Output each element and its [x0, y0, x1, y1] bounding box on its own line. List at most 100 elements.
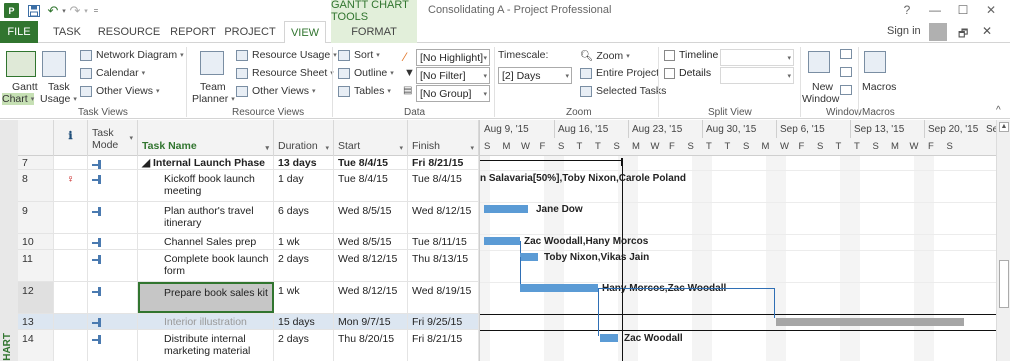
table-row[interactable]: 9 Plan author's travel itinerary 6 days … [18, 202, 479, 234]
close-button[interactable]: ✕ [982, 2, 1000, 18]
details-view-dropdown[interactable]: ▾ [720, 67, 794, 84]
task-usage-label-2[interactable]: Usage ▾ [40, 93, 77, 105]
maximize-button[interactable]: ☐ [954, 2, 972, 18]
other-resource-views-button[interactable]: Other Views ▾ [236, 85, 316, 97]
task-mode-cell[interactable] [88, 234, 138, 249]
duration-cell[interactable]: 1 day [274, 170, 334, 201]
gantt-chart-pane[interactable]: Aug 9, '15 Aug 16, '15 Aug 23, '15 Aug 3… [479, 120, 996, 361]
task-bar[interactable] [520, 284, 598, 292]
duration-cell[interactable]: 6 days [274, 202, 334, 233]
macros-icon[interactable] [864, 51, 886, 73]
task-mode-cell[interactable] [88, 282, 138, 313]
task-name-cell[interactable]: Distribute internal marketing material [138, 330, 274, 361]
summary-task-bar[interactable] [480, 160, 622, 161]
other-task-views-button[interactable]: Other Views ▾ [80, 85, 160, 97]
zoom-button[interactable]: 🔍︎ Zoom ▾ [580, 49, 630, 63]
timescale-header[interactable]: Aug 9, '15 Aug 16, '15 Aug 23, '15 Aug 3… [480, 120, 996, 156]
tab-project[interactable]: PROJECT [222, 21, 278, 43]
highlight-dropdown[interactable]: [No Highlight] ▾ [416, 49, 490, 66]
task-mode-cell[interactable] [88, 170, 138, 201]
collapse-ribbon-icon[interactable]: ^ [996, 105, 1001, 116]
finish-column-header[interactable]: Finish ▾ [408, 120, 479, 156]
task-mode-cell[interactable] [88, 156, 138, 169]
minimize-button[interactable]: — [926, 2, 944, 18]
group-dropdown[interactable]: [No Group] ▾ [416, 85, 490, 102]
macros-button[interactable]: Macros [862, 81, 896, 93]
resource-sheet-button[interactable]: Resource Sheet▾ [236, 67, 334, 79]
table-row[interactable]: 10 Channel Sales prep 1 wk Wed 8/5/15 Tu… [18, 234, 479, 250]
table-row-inactive[interactable]: 13 Interior illustration 15 days Mon 9/7… [18, 314, 479, 330]
duration-cell[interactable]: 13 days [274, 156, 334, 169]
finish-cell[interactable]: Fri 8/21/15 [408, 156, 479, 169]
timescale-dropdown[interactable]: [2] Days ▾ [498, 67, 572, 84]
duration-column-header[interactable]: Duration ▾ [274, 120, 334, 156]
team-planner-label-2[interactable]: Planner ▾ [192, 93, 235, 105]
start-cell[interactable]: Wed 8/5/15 [334, 234, 408, 249]
new-window-icon[interactable] [808, 51, 830, 73]
switch-windows-icon[interactable] [840, 85, 852, 95]
sort-button[interactable]: Sort ▾ [338, 49, 380, 61]
duration-cell[interactable]: 2 days [274, 330, 334, 361]
details-checkbox[interactable]: Details [664, 67, 711, 79]
project-app-icon[interactable]: P [4, 3, 19, 18]
finish-cell[interactable]: Fri 9/25/15 [408, 314, 479, 329]
selected-tasks-button[interactable]: Selected Tasks [580, 85, 666, 97]
new-window-label[interactable]: New [812, 81, 833, 93]
vertical-scrollbar[interactable]: ▲ [996, 120, 1010, 361]
task-mode-column-header[interactable]: Task Mode ▾ [88, 120, 138, 156]
task-name-cell[interactable]: ◢ Internal Launch Phase [138, 156, 274, 169]
ribbon-display-options-icon[interactable]: 🗗 [958, 25, 968, 44]
duration-cell[interactable]: 15 days [274, 314, 334, 329]
select-all-cell[interactable] [18, 120, 54, 156]
network-diagram-button[interactable]: Network Diagram ▾ [80, 49, 184, 61]
indicators-column-header[interactable]: ℹ [54, 120, 88, 156]
task-name-cell[interactable]: Channel Sales prep [138, 234, 274, 249]
tab-task[interactable]: TASK [44, 21, 90, 43]
gantt-chart-label-2[interactable]: Chart ▾ [2, 93, 35, 105]
redo-icon[interactable]: ↷ [70, 3, 81, 18]
finish-cell[interactable]: Tue 8/11/15 [408, 234, 479, 249]
outline-button[interactable]: Outline ▾ [338, 67, 394, 79]
avatar[interactable] [929, 23, 947, 41]
start-cell[interactable]: Tue 8/4/15 [334, 156, 408, 169]
start-cell[interactable]: Tue 8/4/15 [334, 170, 408, 201]
task-usage-icon[interactable] [42, 51, 66, 77]
timeline-checkbox[interactable]: Timeline [664, 49, 718, 61]
undo-dropdown-icon[interactable]: ▾ [60, 3, 68, 18]
calendar-button[interactable]: Calendar ▾ [80, 67, 145, 79]
customize-qat-icon[interactable]: = [92, 3, 100, 18]
task-bar[interactable] [600, 334, 618, 342]
duration-cell[interactable]: 2 days [274, 250, 334, 281]
start-cell[interactable]: Mon 9/7/15 [334, 314, 408, 329]
table-row[interactable]: 8 ♀ Kickoff book launch meeting 1 day Tu… [18, 170, 479, 202]
task-name-column-header[interactable]: Task Name ▾ [138, 120, 274, 156]
finish-cell[interactable]: Fri 8/21/15 [408, 330, 479, 361]
team-planner-label[interactable]: Team [200, 81, 226, 93]
table-row-selected[interactable]: 12 Prepare book sales kit 1 wk Wed 8/12/… [18, 282, 479, 314]
start-cell[interactable]: Wed 8/12/15 [334, 282, 408, 313]
close-icon[interactable]: ✕ [982, 24, 992, 38]
finish-cell[interactable]: Wed 8/19/15 [408, 282, 479, 313]
start-cell[interactable]: Wed 8/5/15 [334, 202, 408, 233]
task-bar[interactable] [484, 237, 520, 245]
scroll-up-icon[interactable]: ▲ [999, 122, 1009, 132]
gantt-chart-label[interactable]: Gantt [12, 81, 38, 93]
task-mode-cell[interactable] [88, 314, 138, 329]
help-button[interactable]: ? [898, 2, 916, 18]
new-window-label-2[interactable]: Window [802, 93, 839, 105]
task-usage-label[interactable]: Task [48, 81, 70, 93]
duration-cell[interactable]: 1 wk [274, 234, 334, 249]
undo-icon[interactable]: ↶ [48, 3, 59, 18]
duration-cell[interactable]: 1 wk [274, 282, 334, 313]
arrange-all-icon[interactable] [840, 49, 852, 59]
start-cell[interactable]: Thu 8/20/15 [334, 330, 408, 361]
filter-dropdown[interactable]: [No Filter] ▾ [416, 67, 490, 84]
task-mode-cell[interactable] [88, 330, 138, 361]
table-row[interactable]: 14 Distribute internal marketing materia… [18, 330, 479, 361]
task-name-cell[interactable]: Complete book launch form [138, 250, 274, 281]
entire-project-button[interactable]: Entire Project [580, 67, 659, 79]
scrollbar-thumb[interactable] [999, 260, 1009, 308]
person-indicator-icon[interactable]: ♀ [54, 170, 88, 201]
table-row[interactable]: 7 ◢ Internal Launch Phase 13 days Tue 8/… [18, 156, 479, 170]
timeline-view-dropdown[interactable]: ▾ [720, 49, 794, 66]
